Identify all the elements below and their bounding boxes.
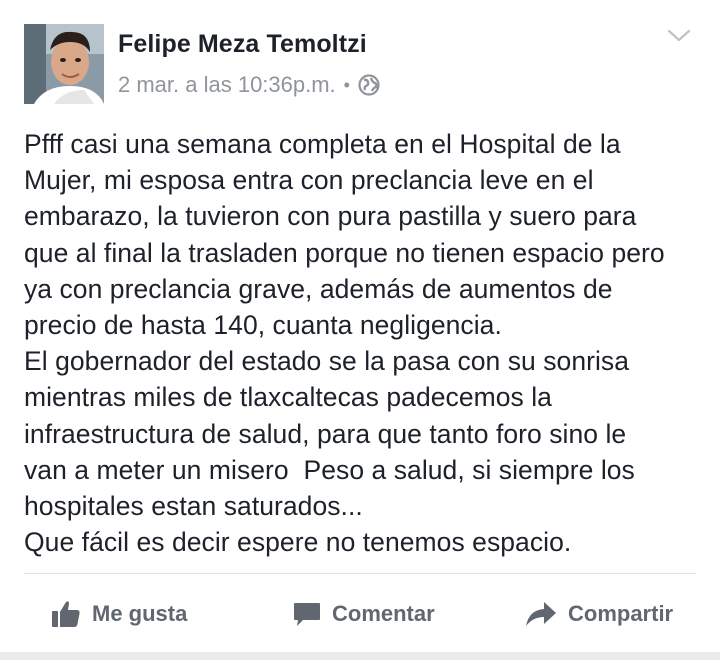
comment-icon	[294, 603, 320, 626]
post-text-line: embarazo, la tuvieron con pura pastilla …	[24, 201, 637, 232]
post-timestamp[interactable]: 2 mar. a las 10:36p.m.	[118, 72, 336, 98]
globe-icon[interactable]	[358, 74, 380, 96]
comment-button[interactable]: Comentar	[292, 586, 435, 642]
post-text-line: Pfff casi una semana completa en el Hosp…	[24, 129, 621, 159]
post-text-line: mientras miles de tlaxcaltecas padecemos…	[24, 382, 552, 413]
chevron-down-icon[interactable]	[666, 26, 692, 46]
comment-label: Comentar	[332, 601, 435, 626]
thumbs-up-icon	[52, 601, 80, 627]
author-name[interactable]: Felipe Meza Temoltzi	[118, 30, 367, 59]
post-text-line: precio de hasta 140, cuanta negligencia.	[24, 310, 502, 341]
post-text-line: El gobernador del estado se la pasa con …	[24, 346, 630, 377]
meta-separator: •	[343, 74, 350, 95]
post-text-line: infraestructura de salud, para que tanto…	[24, 418, 627, 449]
post-text-line: van a meter un misero Peso a salud, si s…	[24, 454, 635, 485]
post-text: Pfff casi una semana completa en el Hosp…	[24, 126, 708, 560]
feed-separator	[0, 652, 720, 660]
post-text-line: ya con preclancia grave, además de aumen…	[24, 273, 613, 304]
like-label: Me gusta	[92, 601, 188, 626]
share-button[interactable]: Compartir	[524, 586, 673, 642]
post-text-line: que al final la trasladen porque no tien…	[24, 237, 665, 268]
action-divider	[24, 573, 696, 574]
avatar[interactable]	[24, 24, 104, 104]
share-arrow-icon	[526, 602, 556, 626]
action-bar: Me gusta Comentar Compartir	[0, 586, 720, 642]
post-text-line: hospitales estan saturados...	[24, 491, 363, 522]
post-text-line: Que fácil es decir espere no tenemos esp…	[24, 527, 572, 558]
share-label: Compartir	[568, 601, 674, 626]
facebook-post: Felipe Meza Temoltzi 2 mar. a las 10:36p…	[0, 0, 720, 660]
post-meta: 2 mar. a las 10:36p.m. •	[118, 72, 380, 98]
like-button[interactable]: Me gusta	[50, 586, 187, 642]
post-text-line: Mujer, mi esposa entra con preclancia le…	[24, 165, 594, 196]
